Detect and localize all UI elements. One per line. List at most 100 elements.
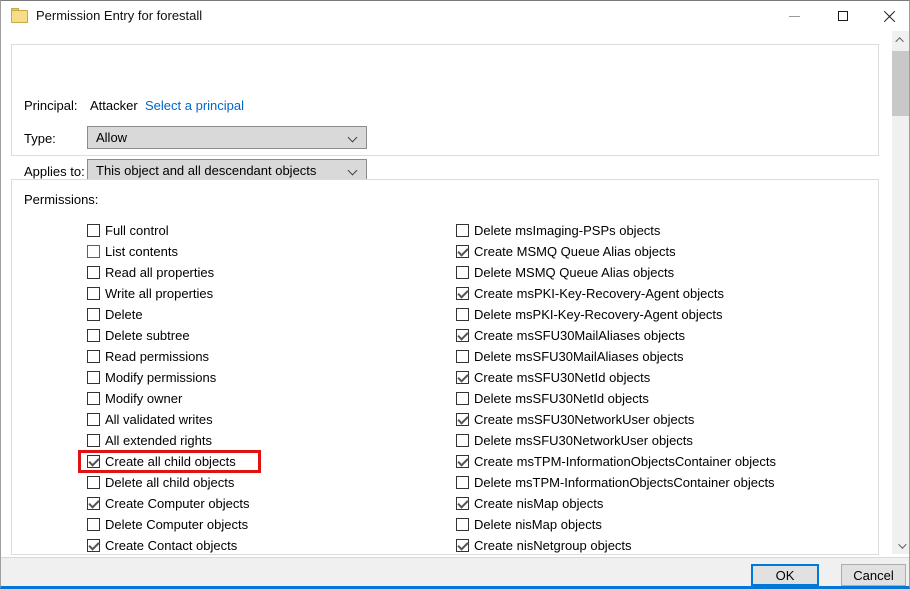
checkbox-icon[interactable]	[87, 308, 100, 321]
permission-click-target[interactable]: Delete msImaging-PSPs objects	[447, 219, 669, 242]
scrollbar-thumb[interactable]	[892, 51, 909, 116]
permission-click-target[interactable]: Delete msPKI-Key-Recovery-Agent objects	[447, 303, 732, 326]
permission-click-target[interactable]: Full control	[78, 219, 178, 242]
checkbox-icon[interactable]	[87, 245, 100, 258]
permission-click-target[interactable]: Delete all child objects	[78, 471, 243, 494]
vertical-scrollbar[interactable]	[892, 31, 909, 554]
permission-label: Delete msPKI-Key-Recovery-Agent objects	[474, 307, 723, 322]
checkbox-icon[interactable]	[456, 245, 469, 258]
scroll-down-button[interactable]	[892, 537, 909, 554]
checkbox-icon[interactable]	[456, 224, 469, 237]
permission-label: Write all properties	[105, 286, 213, 301]
permission-checkbox-row: Delete msTPM-InformationObjectsContainer…	[447, 472, 785, 493]
permission-label: Create nisMap objects	[474, 496, 603, 511]
checkbox-icon[interactable]	[456, 371, 469, 384]
permission-click-target[interactable]: Delete MSMQ Queue Alias objects	[447, 261, 683, 284]
permission-click-target[interactable]: Write all properties	[78, 282, 222, 305]
checkbox-icon[interactable]	[87, 539, 100, 552]
permission-checkbox-row: Delete msPKI-Key-Recovery-Agent objects	[447, 304, 785, 325]
maximize-button[interactable]	[826, 1, 860, 31]
permission-click-target[interactable]: Delete subtree	[78, 324, 199, 347]
permission-click-target[interactable]: Modify permissions	[78, 366, 225, 389]
permission-label: Delete msImaging-PSPs objects	[474, 223, 660, 238]
permission-checkbox-row: Create msPKI-Key-Recovery-Agent objects	[447, 283, 785, 304]
checkbox-icon[interactable]	[456, 308, 469, 321]
checkbox-icon[interactable]	[87, 455, 100, 468]
permission-label: Delete msSFU30NetworkUser objects	[474, 433, 693, 448]
permission-click-target[interactable]: Delete Computer objects	[78, 513, 257, 536]
permission-click-target[interactable]: Create nisMap objects	[447, 492, 612, 515]
permission-checkbox-row: Create msSFU30NetworkUser objects	[447, 409, 785, 430]
checkbox-icon[interactable]	[87, 518, 100, 531]
permission-click-target[interactable]: List contents	[78, 240, 187, 263]
checkbox-icon[interactable]	[87, 287, 100, 300]
checkbox-icon[interactable]	[456, 518, 469, 531]
permission-click-target[interactable]: Create msPKI-Key-Recovery-Agent objects	[447, 282, 733, 305]
scroll-up-button[interactable]	[892, 31, 909, 48]
permission-click-target[interactable]: Create all child objects	[78, 450, 261, 473]
permission-checkbox-row: Read all properties	[78, 262, 261, 283]
permission-click-target[interactable]: Create Computer objects	[78, 492, 259, 515]
checkbox-icon[interactable]	[87, 497, 100, 510]
checkbox-icon[interactable]	[456, 476, 469, 489]
permission-label: Create all child objects	[105, 454, 236, 469]
permission-click-target[interactable]: Delete msSFU30NetworkUser objects	[447, 429, 702, 452]
checkbox-icon[interactable]	[456, 413, 469, 426]
minimize-button[interactable]	[777, 1, 811, 31]
permission-click-target[interactable]: Create nisNetgroup objects	[447, 534, 641, 557]
permission-click-target[interactable]: Delete	[78, 303, 152, 326]
permission-label: All validated writes	[105, 412, 213, 427]
checkbox-icon[interactable]	[456, 392, 469, 405]
type-dropdown[interactable]: Allow	[87, 126, 367, 149]
permission-click-target[interactable]: Delete msTPM-InformationObjectsContainer…	[447, 471, 784, 494]
checkbox-icon[interactable]	[87, 350, 100, 363]
permission-click-target[interactable]: Create msSFU30NetworkUser objects	[447, 408, 703, 431]
close-button[interactable]	[872, 1, 906, 31]
permission-click-target[interactable]: Create Contact objects	[78, 534, 246, 557]
permission-click-target[interactable]: Read permissions	[78, 345, 218, 368]
permission-label: All extended rights	[105, 433, 212, 448]
permission-click-target[interactable]: Delete nisMap objects	[447, 513, 611, 536]
checkbox-icon[interactable]	[456, 329, 469, 342]
checkbox-icon[interactable]	[87, 329, 100, 342]
cancel-button[interactable]: Cancel	[841, 564, 906, 586]
permission-label: Create msSFU30NetId objects	[474, 370, 650, 385]
permission-click-target[interactable]: All validated writes	[78, 408, 222, 431]
title-bar: Permission Entry for forestall	[1, 1, 909, 31]
checkbox-icon[interactable]	[87, 434, 100, 447]
permission-click-target[interactable]: All extended rights	[78, 429, 221, 452]
checkbox-icon[interactable]	[456, 497, 469, 510]
permission-checkbox-row: Delete msImaging-PSPs objects	[447, 220, 785, 241]
permission-click-target[interactable]: Create msSFU30MailAliases objects	[447, 324, 694, 347]
permission-click-target[interactable]: Create msTPM-InformationObjectsContainer…	[447, 450, 785, 473]
permission-label: List contents	[105, 244, 178, 259]
checkbox-icon[interactable]	[87, 392, 100, 405]
select-principal-link[interactable]: Select a principal	[145, 98, 244, 113]
checkbox-icon[interactable]	[456, 434, 469, 447]
checkbox-icon[interactable]	[456, 455, 469, 468]
permission-click-target[interactable]: Create msSFU30NetId objects	[447, 366, 659, 389]
checkbox-icon[interactable]	[456, 287, 469, 300]
permission-click-target[interactable]: Read all properties	[78, 261, 223, 284]
permission-checkbox-row: Delete all child objects	[78, 472, 261, 493]
permission-click-target[interactable]: Modify owner	[78, 387, 191, 410]
checkbox-icon[interactable]	[87, 476, 100, 489]
checkbox-icon[interactable]	[87, 413, 100, 426]
checkbox-icon[interactable]	[456, 539, 469, 552]
permissions-column-right: Delete msImaging-PSPs objects Create MSM…	[447, 220, 785, 556]
minimize-icon	[789, 16, 800, 17]
checkbox-icon[interactable]	[456, 266, 469, 279]
applies-to-dropdown-value: This object and all descendant objects	[96, 163, 316, 178]
ok-button[interactable]: OK	[751, 564, 819, 586]
checkbox-icon[interactable]	[87, 224, 100, 237]
permission-click-target[interactable]: Delete msSFU30MailAliases objects	[447, 345, 693, 368]
checkbox-icon[interactable]	[87, 266, 100, 279]
permission-click-target[interactable]: Create MSMQ Queue Alias objects	[447, 240, 685, 263]
checkbox-icon[interactable]	[456, 350, 469, 363]
permission-click-target[interactable]: Delete msSFU30NetId objects	[447, 387, 658, 410]
checkbox-icon[interactable]	[87, 371, 100, 384]
permission-checkbox-row: Create Contact objects	[78, 535, 261, 556]
permission-label: Create Computer objects	[105, 496, 250, 511]
permission-label: Delete MSMQ Queue Alias objects	[474, 265, 674, 280]
permission-checkbox-row: Create msSFU30NetId objects	[447, 367, 785, 388]
